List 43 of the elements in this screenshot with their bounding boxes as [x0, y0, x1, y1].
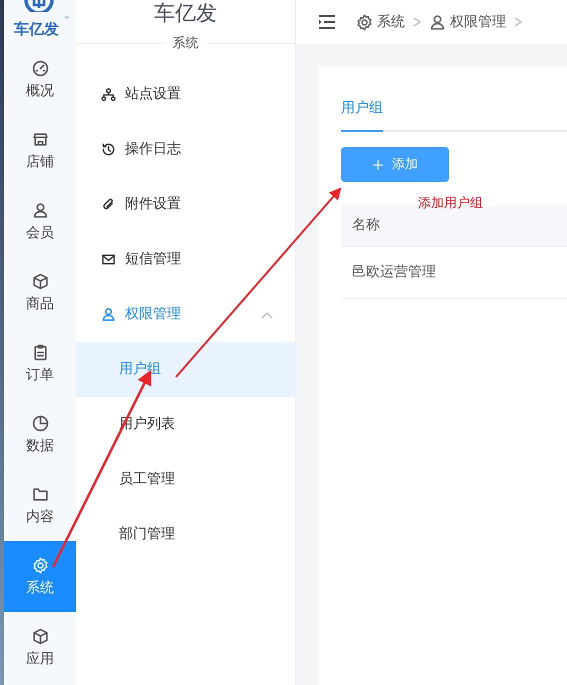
logo-icon: [24, 0, 54, 12]
annotation-text: 添加用户组: [418, 195, 483, 213]
breadcrumb-link[interactable]: 权限管理: [450, 12, 506, 32]
folder-icon: [32, 486, 48, 503]
table-cell-text: 邑欧运营管理: [351, 263, 436, 282]
menu-icon[interactable]: [318, 15, 336, 29]
user-icon: [32, 202, 48, 219]
settings-icon: [356, 14, 373, 30]
nav-rail-item[interactable]: 数据: [4, 399, 76, 470]
sidebar-item[interactable]: 站点设置: [76, 67, 295, 122]
sidebar-subitem[interactable]: 部门管理: [76, 507, 295, 562]
breadcrumb-link[interactable]: 系统: [377, 12, 405, 32]
paperclip-icon: [101, 197, 116, 212]
chevron-up-icon: [261, 310, 273, 318]
clipboard-icon: [32, 344, 48, 361]
cube-icon: [32, 273, 48, 290]
sidebar-item[interactable]: 短信管理: [76, 232, 295, 287]
pie-chart-icon: [32, 415, 48, 432]
cube-icon: [32, 628, 48, 645]
logo-text: 车亿发: [14, 19, 59, 39]
chevron-right-icon: [514, 17, 522, 27]
nav-rail-item[interactable]: 店铺: [4, 115, 76, 186]
nav-rail-item[interactable]: 概况: [4, 44, 76, 115]
nav-rail-item[interactable]: 订单: [4, 328, 76, 399]
column-header: 名称: [351, 216, 380, 235]
sidebar-item[interactable]: 操作日志: [76, 122, 295, 177]
nav-rail-item[interactable]: 应用: [4, 612, 76, 683]
nav-rail-item[interactable]: 会员: [4, 186, 76, 257]
sidebar-title: 车亿发: [154, 1, 217, 25]
settings-icon: [32, 557, 48, 574]
history-icon: [101, 142, 116, 157]
nav-rail-item[interactable]: 内容: [4, 470, 76, 541]
chevron-right-icon: [413, 17, 421, 27]
gauge-icon: [32, 60, 48, 77]
shop-icon: [32, 131, 48, 148]
sidebar-subitem[interactable]: 员工管理: [76, 452, 295, 507]
plus-icon: [372, 158, 384, 170]
user-icon: [101, 307, 116, 322]
sidebar-item[interactable]: 附件设置: [76, 177, 295, 232]
sitemap-icon: [101, 87, 116, 102]
mail-icon: [101, 252, 116, 267]
nav-rail-item[interactable]: 商品: [4, 257, 76, 328]
user-icon: [429, 14, 446, 30]
